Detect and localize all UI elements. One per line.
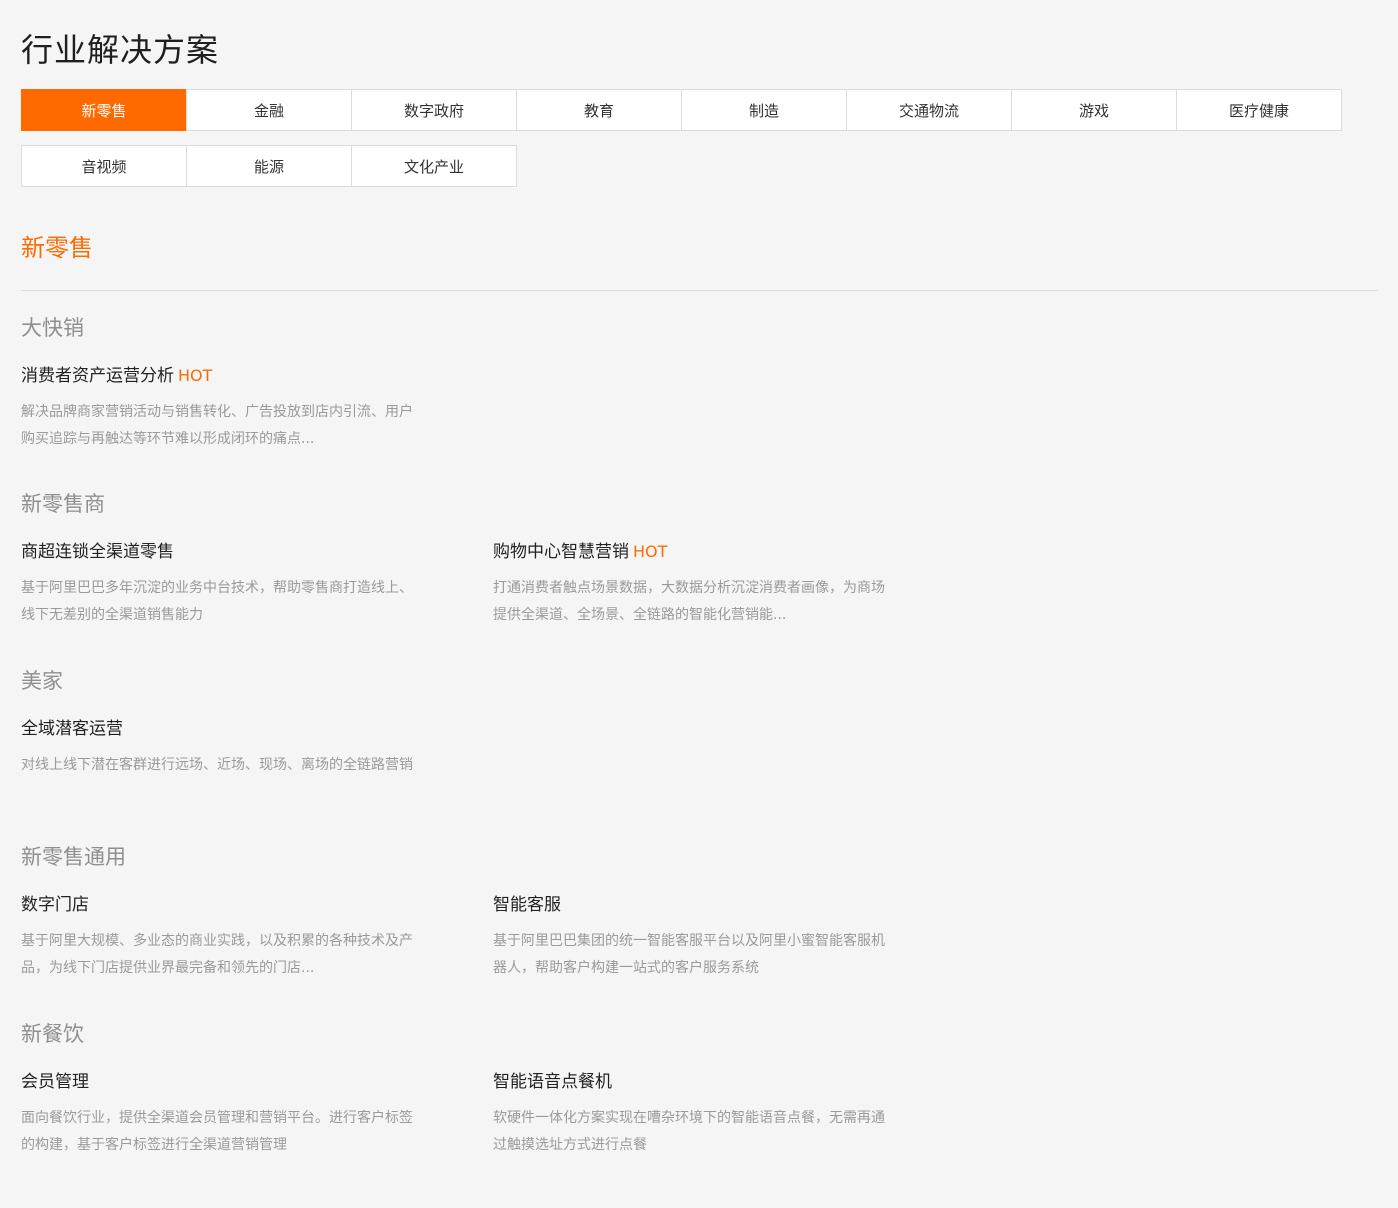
solution-description: 打通消费者触点场景数据，大数据分析沉淀消费者画像，为商场提供全渠道、全场景、全链… (493, 580, 885, 623)
solution-title-link[interactable]: 全域潜客运营 (21, 716, 493, 742)
solution-title: 全域潜客运营 (21, 719, 123, 739)
solution-card: 购物中心智慧营销 HOT 打通消费者触点场景数据，大数据分析沉淀消费者画像，为商场… (493, 539, 965, 629)
solution-title: 消费者资产运营分析 (21, 366, 174, 386)
tab-digital-government[interactable]: 数字政府 (351, 89, 517, 131)
card-list: 商超连锁全渠道零售 基于阿里巴巴多年沉淀的业务中台技术，帮助零售商打造线上、线下… (21, 539, 1021, 629)
solution-title-link[interactable]: 会员管理 (21, 1069, 493, 1095)
solution-description: 基于阿里巴巴多年沉淀的业务中台技术，帮助零售商打造线上、线下无差别的全渠道销售能… (21, 580, 413, 623)
tab-gaming[interactable]: 游戏 (1011, 89, 1177, 131)
solution-title-link[interactable]: 消费者资产运营分析 HOT (21, 363, 493, 389)
industry-tabs: 新零售 金融 数字政府 教育 制造 交通物流 游戏 医疗健康 音视频 能源 文化… (21, 89, 1351, 187)
solution-description: 解决品牌商家营销活动与销售转化、广告投放到店内引流、用户购买追踪与再触达等环节难… (21, 404, 413, 447)
card-list: 全域潜客运营 对线上线下潜在客群进行远场、近场、现场、离场的全链路营销 (21, 716, 1021, 779)
section-title: 新零售 (21, 234, 93, 262)
solution-group-retail-general: 新零售通用 数字门店 基于阿里大规模、多业态的商业实践，以及积累的各种技术及产品… (21, 842, 1021, 982)
solution-title: 会员管理 (21, 1072, 89, 1092)
solution-group-new-retailer: 新零售商 商超连锁全渠道零售 基于阿里巴巴多年沉淀的业务中台技术，帮助零售商打造… (21, 489, 1021, 629)
solution-group-new-catering: 新餐饮 会员管理 面向餐饮行业，提供全渠道会员管理和营销平台。进行客户标签的构建… (21, 1019, 1021, 1159)
page-title: 行业解决方案 (21, 31, 220, 69)
card-list: 消费者资产运营分析 HOT 解决品牌商家营销活动与销售转化、广告投放到店内引流、用… (21, 363, 1021, 453)
tab-transport-logistics[interactable]: 交通物流 (846, 89, 1012, 131)
tab-education[interactable]: 教育 (516, 89, 682, 131)
solution-title-link[interactable]: 商超连锁全渠道零售 (21, 539, 493, 565)
solution-group-fmcg: 大快销 消费者资产运营分析 HOT 解决品牌商家营销活动与销售转化、广告投放到店内… (21, 313, 1021, 453)
solution-card: 全域潜客运营 对线上线下潜在客群进行远场、近场、现场、离场的全链路营销 (21, 716, 493, 779)
solution-description: 基于阿里大规模、多业态的商业实践，以及积累的各种技术及产品，为线下门店提供业界最… (21, 933, 413, 976)
solution-title-link[interactable]: 购物中心智慧营销 HOT (493, 539, 965, 565)
hot-badge: HOT (178, 366, 213, 385)
solution-title: 智能语音点餐机 (493, 1072, 612, 1092)
tab-cultural-industry[interactable]: 文化产业 (351, 145, 517, 187)
solution-title-link[interactable]: 数字门店 (21, 892, 493, 918)
card-list: 数字门店 基于阿里大规模、多业态的商业实践，以及积累的各种技术及产品，为线下门店… (21, 892, 1021, 982)
solution-description: 软硬件一体化方案实现在嘈杂环境下的智能语音点餐，无需再通过触摸选址方式进行点餐 (493, 1110, 885, 1153)
solution-card: 智能语音点餐机 软硬件一体化方案实现在嘈杂环境下的智能语音点餐，无需再通过触摸选… (493, 1069, 965, 1159)
tab-audio-video[interactable]: 音视频 (21, 145, 187, 187)
group-title: 大快销 (21, 316, 84, 340)
section-divider (21, 290, 1378, 291)
solution-title-link[interactable]: 智能语音点餐机 (493, 1069, 965, 1095)
solution-description: 对线上线下潜在客群进行远场、近场、现场、离场的全链路营销 (21, 757, 413, 773)
tab-row-1: 新零售 金融 数字政府 教育 制造 交通物流 游戏 医疗健康 (21, 89, 1351, 131)
solution-title: 智能客服 (493, 895, 561, 915)
solution-card: 智能客服 基于阿里巴巴集团的统一智能客服平台以及阿里小蜜智能客服机器人，帮助客户… (493, 892, 965, 982)
group-title: 新零售通用 (21, 845, 126, 869)
card-list: 会员管理 面向餐饮行业，提供全渠道会员管理和营销平台。进行客户标签的构建，基于客… (21, 1069, 1021, 1159)
hot-badge: HOT (633, 542, 668, 561)
solution-card: 商超连锁全渠道零售 基于阿里巴巴多年沉淀的业务中台技术，帮助零售商打造线上、线下… (21, 539, 493, 629)
tab-healthcare[interactable]: 医疗健康 (1176, 89, 1342, 131)
tab-manufacturing[interactable]: 制造 (681, 89, 847, 131)
tab-new-retail[interactable]: 新零售 (21, 89, 187, 131)
tab-finance[interactable]: 金融 (186, 89, 352, 131)
group-title: 新餐饮 (21, 1022, 84, 1046)
solution-card: 会员管理 面向餐饮行业，提供全渠道会员管理和营销平台。进行客户标签的构建，基于客… (21, 1069, 493, 1159)
group-title: 美家 (21, 669, 63, 693)
solution-card: 数字门店 基于阿里大规模、多业态的商业实践，以及积累的各种技术及产品，为线下门店… (21, 892, 493, 982)
solution-title: 数字门店 (21, 895, 89, 915)
tab-energy[interactable]: 能源 (186, 145, 352, 187)
solution-card: 消费者资产运营分析 HOT 解决品牌商家营销活动与销售转化、广告投放到店内引流、用… (21, 363, 493, 453)
page: 行业解决方案 新零售 金融 数字政府 教育 制造 交通物流 游戏 医疗健康 音视… (0, 0, 1398, 1208)
solution-title-link[interactable]: 智能客服 (493, 892, 965, 918)
solution-title: 购物中心智慧营销 (493, 542, 629, 562)
solution-description: 面向餐饮行业，提供全渠道会员管理和营销平台。进行客户标签的构建，基于客户标签进行… (21, 1110, 413, 1153)
group-title: 新零售商 (21, 492, 105, 516)
solution-group-home: 美家 全域潜客运营 对线上线下潜在客群进行远场、近场、现场、离场的全链路营销 (21, 666, 1021, 779)
solution-description: 基于阿里巴巴集团的统一智能客服平台以及阿里小蜜智能客服机器人，帮助客户构建一站式… (493, 933, 885, 976)
solution-title: 商超连锁全渠道零售 (21, 542, 174, 562)
tab-row-2: 音视频 能源 文化产业 (21, 145, 1351, 187)
